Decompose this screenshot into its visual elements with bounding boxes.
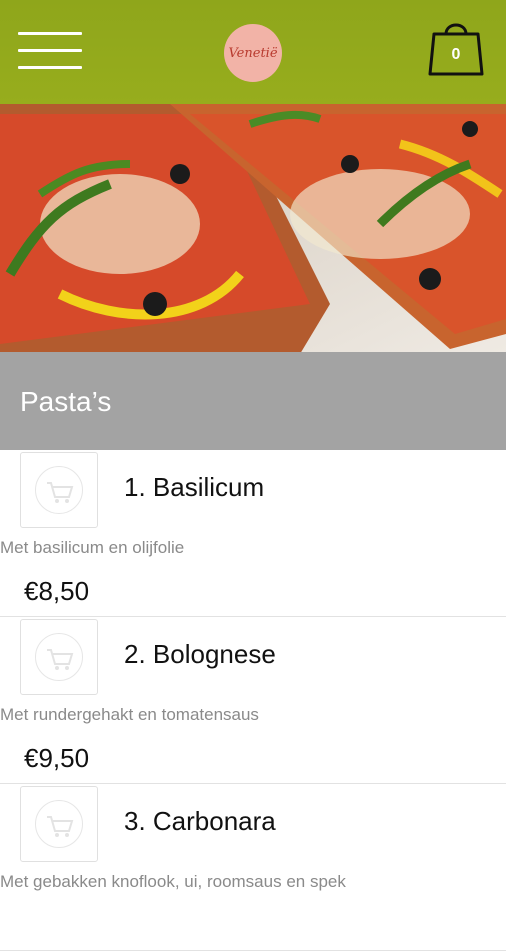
item-description: Met rundergehakt en tomatensaus xyxy=(0,705,259,724)
shopping-bag-icon[interactable]: 0 xyxy=(428,16,484,78)
shopping-cart-icon xyxy=(47,482,74,503)
item-price: €8,50 xyxy=(24,576,90,606)
add-to-cart-button[interactable] xyxy=(20,619,98,695)
cart-count-badge: 0 xyxy=(451,46,461,63)
menu-item: 2. Bolognese Met rundergehakt en tomaten… xyxy=(0,617,506,784)
menu-item: 1. Basilicum Met basilicum en olijfolie … xyxy=(0,450,506,617)
item-name: 2. Bolognese xyxy=(124,639,276,669)
shopping-cart-icon xyxy=(47,649,74,670)
shopping-cart-icon xyxy=(47,816,74,837)
hero-image xyxy=(0,104,506,352)
app-header: Venetië 0 xyxy=(0,0,506,104)
menu-icon[interactable] xyxy=(18,32,84,72)
item-description: Met basilicum en olijfolie xyxy=(0,538,185,557)
section-header: Pasta’s xyxy=(0,352,506,450)
menu-item: 3. Carbonara Met gebakken knoflook, ui, … xyxy=(0,784,506,951)
section-title: Pasta’s xyxy=(20,386,112,417)
item-name: 3. Carbonara xyxy=(124,806,276,836)
logo-text: Venetië xyxy=(228,45,278,61)
item-description: Met gebakken knoflook, ui, roomsaus en s… xyxy=(0,872,346,891)
logo[interactable]: Venetië xyxy=(224,24,282,82)
menu-item-list: 1. Basilicum Met basilicum en olijfolie … xyxy=(0,450,506,951)
item-price: €9,50 xyxy=(24,743,90,773)
add-to-cart-button[interactable] xyxy=(20,452,98,528)
item-name: 1. Basilicum xyxy=(124,472,265,502)
add-to-cart-button[interactable] xyxy=(20,786,98,862)
